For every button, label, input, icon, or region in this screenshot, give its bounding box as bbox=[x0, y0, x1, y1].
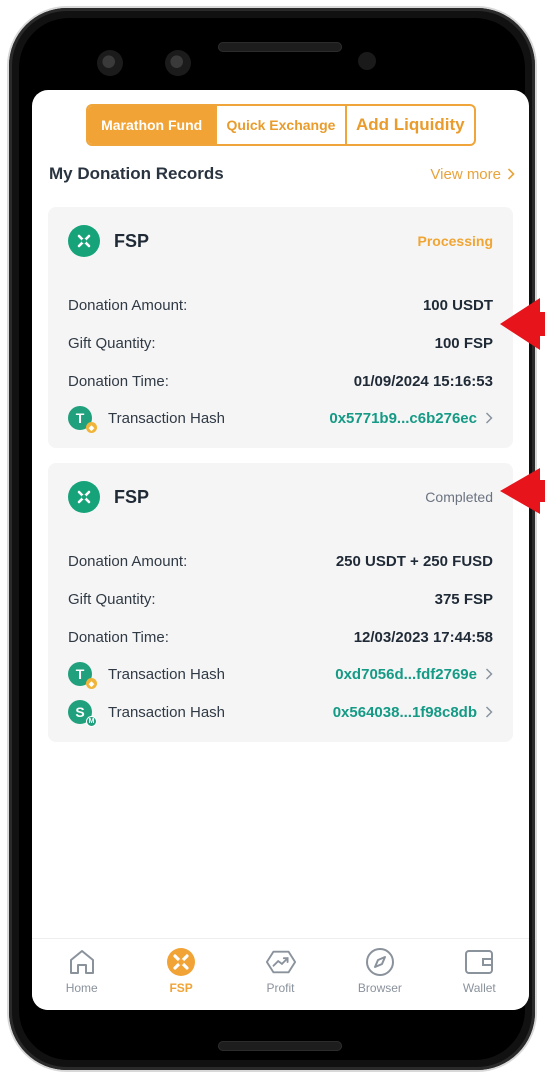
nav-home[interactable]: Home bbox=[32, 939, 131, 1010]
nav-profit[interactable]: Profit bbox=[231, 939, 330, 1010]
token-name: FSP bbox=[114, 230, 150, 251]
nav-fsp-label: FSP bbox=[169, 981, 193, 995]
app-screen: Marathon Fund Quick Exchange Add Liquidi… bbox=[32, 90, 529, 1010]
usdt-coin-icon: T ◆ bbox=[68, 406, 97, 433]
status-badge: Completed bbox=[425, 489, 493, 505]
gift-quantity-value: 375 FSP bbox=[434, 590, 493, 608]
token-name: FSP bbox=[114, 486, 150, 507]
gift-quantity-row: Gift Quantity: 100 FSP bbox=[68, 331, 493, 355]
chevron-right-icon bbox=[485, 412, 493, 424]
bottom-speaker bbox=[218, 1041, 342, 1051]
gift-quantity-label: Gift Quantity: bbox=[68, 590, 156, 608]
fusd-coin-icon: SM bbox=[68, 700, 97, 727]
transaction-hash-row[interactable]: T ◆ Transaction Hash 0x5771b9...c6b276ec bbox=[68, 406, 493, 433]
nav-wallet-label: Wallet bbox=[462, 981, 496, 995]
gift-quantity-row: Gift Quantity: 375 FSP bbox=[68, 587, 493, 611]
bottom-navigation: Home FSP Profit Browser Wallet bbox=[32, 938, 529, 1010]
tab-marathon-fund[interactable]: Marathon Fund bbox=[88, 106, 218, 144]
annotation-arrow bbox=[500, 468, 545, 514]
transaction-hash-label-group: T ◆ Transaction Hash bbox=[68, 662, 225, 689]
donation-time-value: 01/09/2024 15:16:53 bbox=[353, 372, 493, 390]
fsp-token-icon bbox=[68, 225, 100, 257]
nav-profit-label: Profit bbox=[266, 981, 295, 995]
status-badge: Processing bbox=[417, 233, 493, 249]
nav-browser-label: Browser bbox=[357, 981, 402, 995]
transaction-hash-row[interactable]: T ◆ Transaction Hash 0xd7056d...fdf2769e bbox=[68, 662, 493, 689]
profit-icon bbox=[265, 947, 297, 977]
donation-amount-value: 250 USDT + 250 FUSD bbox=[335, 552, 493, 570]
tab-add-liquidity[interactable]: Add Liquidity bbox=[347, 106, 474, 144]
donation-time-label: Donation Time: bbox=[68, 372, 169, 390]
nav-browser[interactable]: Browser bbox=[330, 939, 429, 1010]
card-header: FSP Completed bbox=[68, 481, 493, 513]
nav-home-label: Home bbox=[65, 981, 98, 995]
fsp-token-icon bbox=[68, 481, 100, 513]
wallet-icon bbox=[463, 947, 495, 977]
token-info: FSP bbox=[68, 225, 149, 257]
transaction-hash-label-group: SM Transaction Hash bbox=[68, 700, 225, 727]
home-icon bbox=[66, 947, 98, 977]
token-info: FSP bbox=[68, 481, 149, 513]
transaction-hash-label: Transaction Hash bbox=[108, 665, 225, 683]
proximity-sensor bbox=[358, 52, 376, 70]
front-camera bbox=[97, 50, 123, 76]
nav-fsp[interactable]: FSP bbox=[131, 939, 230, 1010]
view-more-label: View more bbox=[430, 165, 501, 183]
donation-time-label: Donation Time: bbox=[68, 628, 169, 646]
front-camera-secondary bbox=[165, 50, 191, 76]
transaction-hash-link[interactable]: 0xd7056d...fdf2769e bbox=[335, 666, 493, 683]
donation-amount-row: Donation Amount: 250 USDT + 250 FUSD bbox=[68, 549, 493, 573]
donation-record-card[interactable]: FSP Completed Donation Amount: 250 USDT … bbox=[48, 463, 513, 742]
nav-wallet[interactable]: Wallet bbox=[430, 939, 529, 1010]
donation-amount-value: 100 USDT bbox=[422, 296, 493, 314]
chevron-right-icon bbox=[507, 168, 515, 180]
transaction-hash-row[interactable]: SM Transaction Hash 0x564038...1f98c8db bbox=[68, 700, 493, 727]
segmented-control: Marathon Fund Quick Exchange Add Liquidi… bbox=[86, 104, 476, 146]
donation-time-row: Donation Time: 12/03/2023 17:44:58 bbox=[68, 625, 493, 649]
transaction-hash-value: 0x5771b9...c6b276ec bbox=[329, 409, 477, 427]
donation-amount-row: Donation Amount: 100 USDT bbox=[68, 293, 493, 317]
donation-amount-label: Donation Amount: bbox=[68, 552, 188, 570]
transaction-hash-value: 0x564038...1f98c8db bbox=[332, 703, 477, 721]
usdt-coin-icon: T ◆ bbox=[68, 662, 97, 689]
fsp-icon bbox=[165, 947, 197, 977]
section-title: My Donation Records bbox=[49, 164, 224, 183]
card-header: FSP Processing bbox=[68, 225, 493, 257]
donation-time-value: 12/03/2023 17:44:58 bbox=[353, 628, 493, 646]
transaction-hash-label: Transaction Hash bbox=[108, 409, 225, 427]
donation-record-card[interactable]: FSP Processing Donation Amount: 100 USDT… bbox=[48, 207, 513, 448]
view-more-link[interactable]: View more bbox=[430, 166, 515, 183]
transaction-hash-link[interactable]: 0x564038...1f98c8db bbox=[333, 704, 493, 721]
chevron-right-icon bbox=[485, 706, 493, 718]
donation-time-row: Donation Time: 01/09/2024 15:16:53 bbox=[68, 369, 493, 393]
chevron-right-icon bbox=[485, 668, 493, 680]
transaction-hash-value: 0xd7056d...fdf2769e bbox=[335, 665, 477, 683]
donation-amount-label: Donation Amount: bbox=[68, 296, 188, 314]
tab-quick-exchange[interactable]: Quick Exchange bbox=[217, 106, 347, 144]
transaction-hash-link[interactable]: 0x5771b9...c6b276ec bbox=[329, 410, 493, 427]
gift-quantity-value: 100 FSP bbox=[434, 334, 493, 352]
earpiece-speaker bbox=[218, 42, 342, 52]
section-header: My Donation Records View more bbox=[49, 162, 515, 186]
gift-quantity-label: Gift Quantity: bbox=[68, 334, 156, 352]
annotation-arrow bbox=[500, 298, 545, 350]
transaction-hash-label: Transaction Hash bbox=[108, 703, 225, 721]
compass-icon bbox=[364, 947, 396, 977]
transaction-hash-label-group: T ◆ Transaction Hash bbox=[68, 406, 225, 433]
